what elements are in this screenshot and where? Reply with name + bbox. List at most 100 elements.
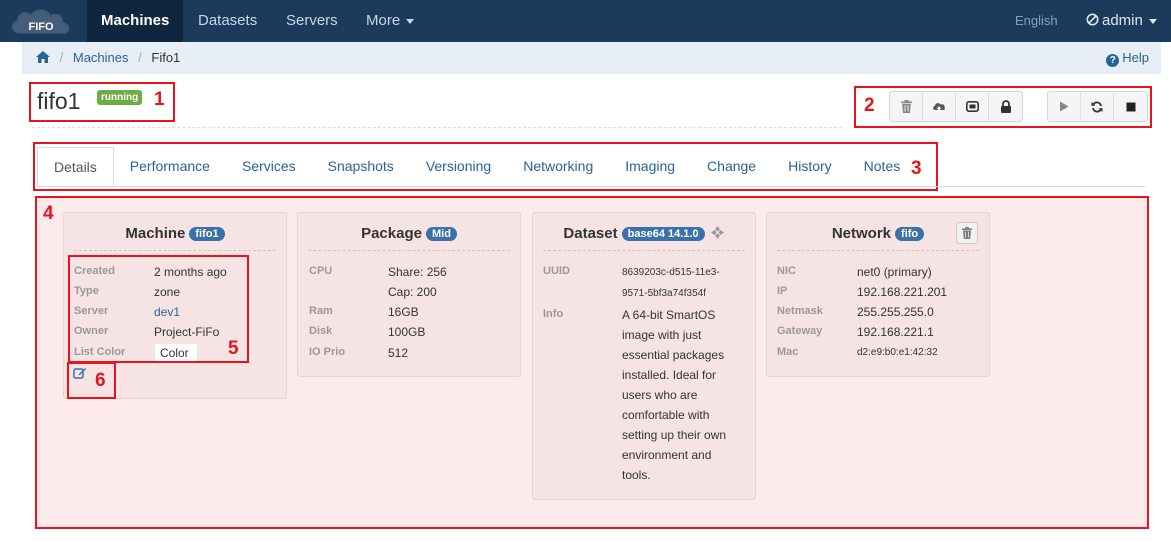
annotation-number-2: 2 [864, 95, 875, 116]
home-icon[interactable] [36, 51, 50, 63]
nav-more-dropdown[interactable]: More [352, 0, 428, 42]
backup-upload-button[interactable] [923, 92, 956, 121]
netmask-label: Netmask [777, 305, 823, 317]
stop-icon [1126, 102, 1135, 111]
start-button[interactable] [1048, 92, 1081, 121]
annotation-box-6 [67, 362, 116, 399]
question-icon: ? [1106, 54, 1120, 67]
machine-name-badge: fifo1 [189, 227, 225, 241]
trash-icon [962, 227, 972, 239]
disk-label: Disk [309, 325, 333, 337]
info-line-4: installed. Ideal for [622, 368, 717, 382]
cpu-share-value: Share: 256 [388, 265, 447, 279]
info-line-3: essential packages [622, 348, 725, 362]
annotation-box-5 [68, 255, 249, 363]
card-divider [543, 250, 745, 251]
nav-machines[interactable]: Machines [87, 0, 184, 42]
tab-networking[interactable]: Networking [507, 147, 609, 186]
tab-snapshots[interactable]: Snapshots [312, 147, 410, 186]
restart-button[interactable] [1081, 92, 1114, 121]
tab-services[interactable]: Services [226, 147, 312, 186]
breadcrumb-separator: / [138, 50, 142, 65]
nic-value: net0 (primary) [857, 265, 932, 279]
ram-label: Ram [309, 305, 333, 317]
play-icon [1060, 101, 1069, 112]
network-badge: fifo [895, 227, 925, 241]
cloud-upload-icon [933, 102, 945, 113]
nav-datasets[interactable]: Datasets [184, 0, 271, 42]
help-label: Help [1122, 50, 1149, 65]
stop-button[interactable] [1114, 92, 1147, 121]
lock-button[interactable] [989, 92, 1022, 121]
nav-servers-label: Servers [286, 12, 338, 29]
info-line-5: users who are [622, 388, 698, 402]
breadcrumb-machines-link[interactable]: Machines [73, 50, 129, 65]
tab-change[interactable]: Change [691, 147, 772, 186]
card-divider [74, 250, 276, 251]
ram-value: 16GB [388, 305, 419, 319]
netmask-value: 255.255.255.0 [857, 305, 934, 319]
nav-more-label: More [366, 12, 401, 29]
mac-label: Mac [777, 346, 799, 358]
package-badge: Mid [425, 227, 457, 241]
help-link[interactable]: ? Help [1106, 42, 1149, 74]
tab-performance[interactable]: Performance [114, 147, 226, 186]
nav-datasets-label: Datasets [198, 12, 258, 29]
lock-icon [1000, 100, 1011, 113]
dataset-card-title: Dataset base64 14.1.0 [533, 225, 755, 242]
info-line-2: image with just [622, 328, 702, 342]
uuid-value-line-2: 9571-5bf3a74f354f [622, 288, 706, 299]
machine-actions-toolbar [889, 91, 1023, 122]
ip-value: 192.168.221.201 [857, 285, 948, 299]
language-selector[interactable]: English [1015, 0, 1058, 42]
package-card-title: Package Mid [298, 225, 520, 242]
remove-nic-button[interactable] [956, 222, 978, 244]
package-card-heading: Package [361, 225, 422, 242]
dataset-card-heading: Dataset [563, 225, 618, 242]
tab-details[interactable]: Details [37, 147, 114, 186]
io-prio-value: 512 [388, 346, 409, 360]
tab-imaging[interactable]: Imaging [609, 147, 691, 186]
console-button[interactable] [956, 92, 989, 121]
logo-text: FIFO [28, 21, 53, 33]
tab-notes[interactable]: Notes [848, 147, 917, 186]
console-icon [965, 101, 979, 112]
refresh-icon [1091, 101, 1103, 112]
annotation-number-5: 5 [228, 338, 239, 359]
machine-card-heading: Machine [125, 225, 186, 242]
nav-machines-label: Machines [101, 12, 170, 29]
delete-button[interactable] [890, 92, 923, 121]
dataset-badge: base64 14.1.0 [621, 227, 705, 241]
nav-servers[interactable]: Servers [272, 0, 352, 42]
cpu-cap-value: Cap: 200 [388, 285, 437, 299]
user-name: admin [1102, 12, 1143, 29]
info-label: Info [543, 308, 564, 320]
chevron-down-icon [1148, 18, 1157, 24]
machine-tabs: Details Performance Services Snapshots V… [37, 147, 937, 186]
gateway-label: Gateway [777, 325, 823, 337]
info-line-1: A 64-bit SmartOS [622, 308, 716, 322]
annotation-number-4: 4 [43, 203, 54, 224]
card-divider [308, 250, 510, 251]
tab-history[interactable]: History [772, 147, 848, 186]
top-navbar: FIFO Machines Datasets Servers More Engl… [0, 0, 1171, 42]
nic-label: NIC [777, 265, 796, 277]
fifo-cloud-logo[interactable]: FIFO [8, 5, 74, 37]
io-prio-label: IO Prio [309, 346, 346, 358]
breadcrumb: / Machines / Fifo1 ? Help [22, 42, 1161, 74]
info-line-9: tools. [622, 468, 651, 482]
tabs-baseline [37, 186, 1146, 187]
trash-icon [900, 100, 912, 113]
ip-label: IP [777, 285, 788, 297]
uuid-label: UUID [543, 265, 570, 277]
info-line-6: comfortable with [622, 408, 710, 422]
mac-value: d2:e9:b0:e1:42:32 [857, 347, 938, 358]
info-line-8: environment and [622, 448, 712, 462]
tab-versioning[interactable]: Versioning [410, 147, 507, 186]
breadcrumb-current: Fifo1 [151, 50, 181, 65]
gateway-value: 192.168.221.1 [857, 325, 934, 339]
user-menu[interactable]: admin [1086, 0, 1157, 42]
header-divider [32, 127, 842, 128]
annotation-number-6: 6 [95, 370, 106, 391]
machine-card-title: Machine fifo1 [64, 225, 286, 242]
